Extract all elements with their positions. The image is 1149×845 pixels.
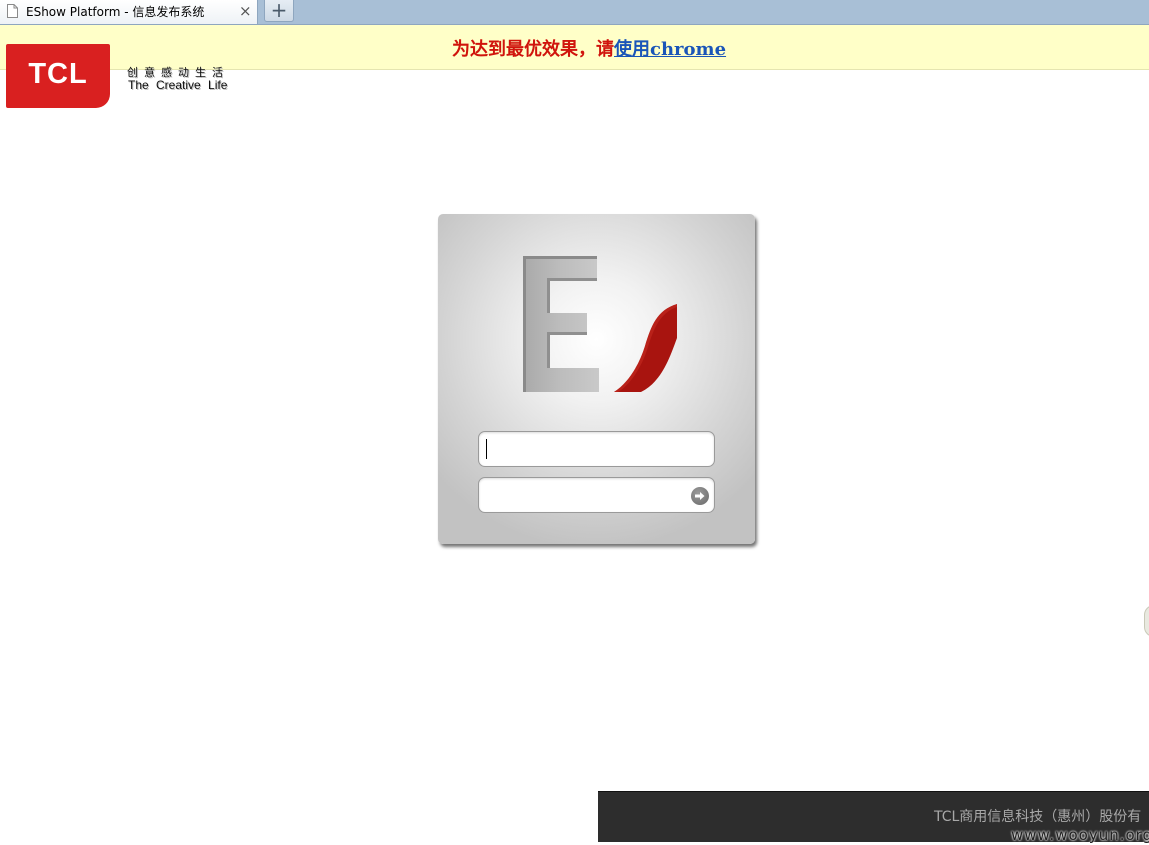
arrow-right-icon — [695, 492, 705, 500]
page-icon — [7, 4, 18, 18]
eshow-es-logo — [523, 256, 677, 392]
side-float-widget[interactable] — [1144, 605, 1149, 637]
tcl-logo: TCL — [6, 44, 110, 108]
username-field[interactable] — [478, 431, 715, 467]
username-input[interactable] — [485, 436, 689, 464]
new-tab-button[interactable]: + — [264, 0, 294, 22]
watermark-text: www.wooyun.org — [1011, 826, 1149, 844]
use-chrome-link[interactable]: 使用chrome — [614, 39, 726, 60]
slogan-english: The Creative Life — [128, 78, 228, 92]
notice-prefix: 为达到最优效果，请 — [452, 39, 614, 60]
close-tab-icon[interactable]: × — [239, 2, 252, 20]
tcl-logo-text: TCL — [28, 58, 88, 90]
notice-text: 为达到最优效果，请使用chrome — [452, 35, 726, 61]
password-input[interactable] — [485, 482, 689, 510]
text-cursor — [486, 439, 487, 459]
footer-company: TCL商用信息科技（惠州）股份有 — [934, 809, 1142, 825]
browser-tab-strip: EShow Platform - 信息发布系统 × + — [0, 0, 1149, 25]
browser-tab[interactable]: EShow Platform - 信息发布系统 × — [0, 0, 258, 24]
logo-letter-e — [523, 256, 599, 392]
login-submit-button[interactable] — [691, 487, 709, 505]
tab-title: EShow Platform - 信息发布系统 — [26, 5, 205, 19]
login-panel — [438, 214, 755, 544]
password-field[interactable] — [478, 477, 715, 513]
